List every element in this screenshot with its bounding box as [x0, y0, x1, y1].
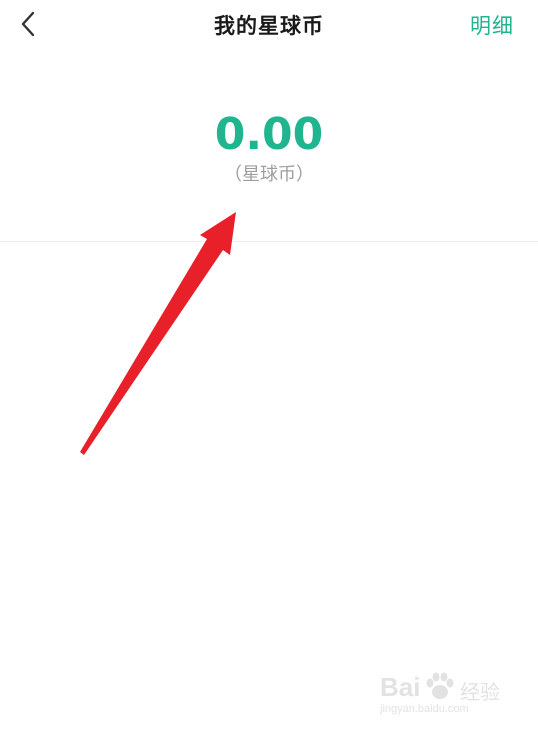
baidu-jingyan-watermark: Bai 经验 jingyan.baidu.com — [380, 672, 510, 716]
watermark-logo-text: Bai — [380, 672, 421, 702]
paw-icon — [426, 672, 454, 699]
watermark-url: jingyan.baidu.com — [380, 703, 469, 715]
star-coin-page: 我的星球币 明细 0.00 （星球币） Bai 经验 jingyan.baidu… — [0, 0, 538, 738]
annotation-arrow-icon — [80, 212, 236, 455]
watermark-brand-text: 经验 — [460, 680, 500, 704]
